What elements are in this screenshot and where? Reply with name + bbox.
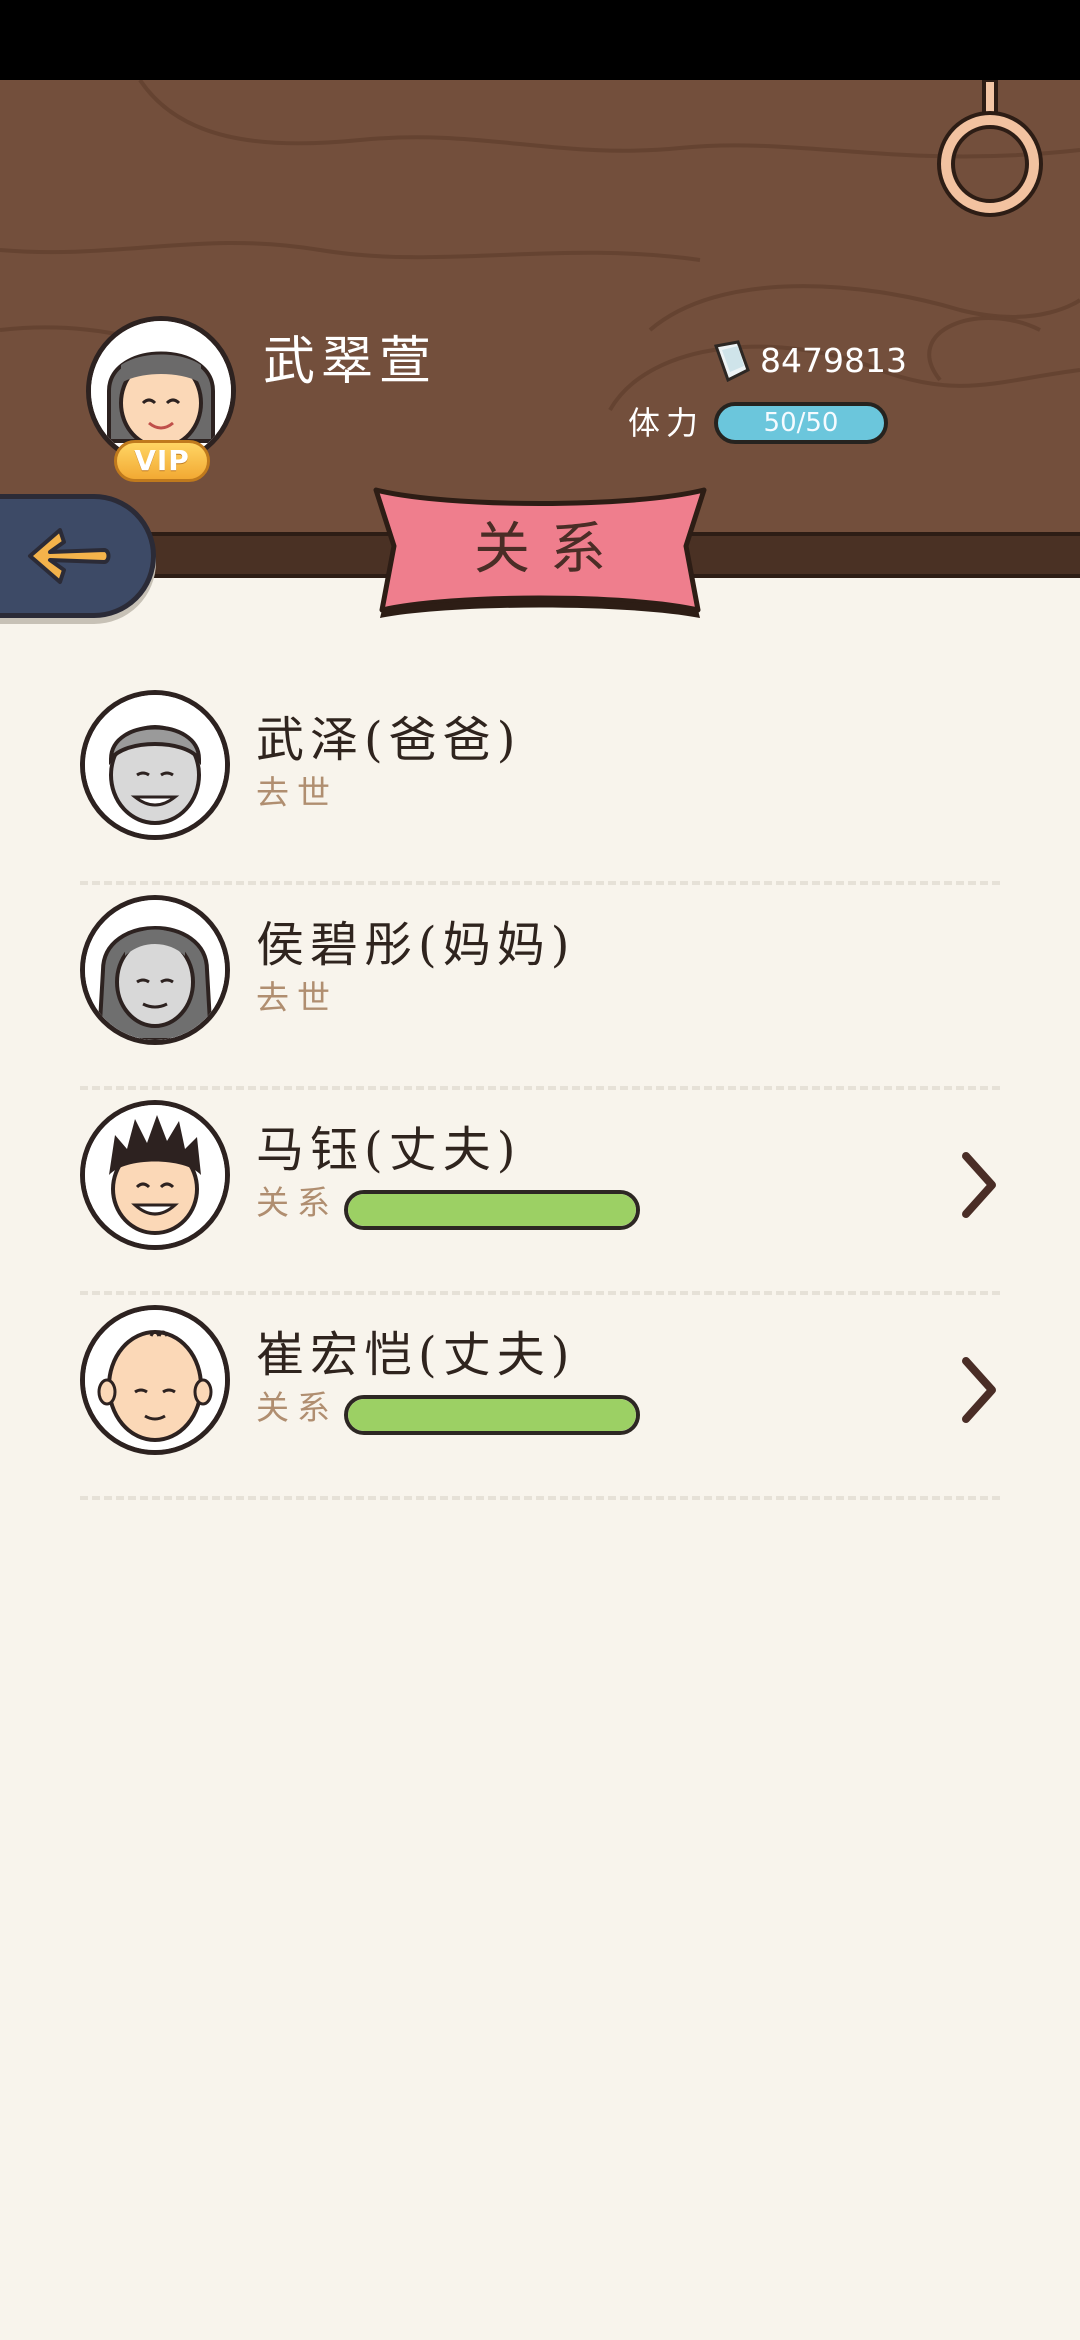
chevron-right-icon[interactable]: [956, 1150, 1000, 1220]
back-arrow-icon: [28, 528, 111, 584]
vip-badge: VIP: [114, 440, 210, 482]
relation-name: 马钰(丈夫): [256, 1122, 522, 1178]
relation-bar: [344, 1190, 640, 1230]
hanging-ring-icon[interactable]: [935, 80, 1045, 220]
back-button[interactable]: [0, 494, 156, 618]
relation-avatar: [80, 1100, 230, 1250]
relation-name: 崔宏恺(丈夫): [256, 1327, 576, 1383]
relation-bar: [344, 1395, 640, 1435]
relation-item[interactable]: 马钰(丈夫) 关系: [80, 1090, 1000, 1295]
relation-status: 去世: [256, 773, 338, 812]
mother-icon: [85, 900, 225, 1040]
relation-avatar: [80, 690, 230, 840]
relation-name: 武泽(爸爸): [256, 712, 522, 768]
money-value: 8479813: [760, 341, 907, 380]
relation-bar-fill: [348, 1399, 636, 1431]
relation-label: 关系: [256, 1388, 338, 1427]
relations-list: 武泽(爸爸) 去世 侯碧彤(妈妈) 去世 马钰(丈夫) 关系 崔宏恺(丈夫) 关…: [80, 680, 1000, 1500]
father-icon: [85, 695, 225, 835]
relation-label: 关系: [256, 1183, 338, 1222]
relation-avatar: [80, 895, 230, 1045]
banknote-icon: [713, 340, 750, 382]
husband-icon: [85, 1105, 225, 1245]
husband-bald-icon: [85, 1310, 225, 1450]
relation-item: 武泽(爸爸) 去世: [80, 680, 1000, 885]
relation-item[interactable]: 崔宏恺(丈夫) 关系: [80, 1295, 1000, 1500]
relation-name: 侯碧彤(妈妈): [256, 917, 576, 973]
status-bar: [0, 0, 1080, 80]
player-name: 武翠萱: [263, 332, 438, 392]
money-display: 8479813: [712, 340, 907, 382]
relation-status: 去世: [256, 978, 338, 1017]
page-title: 关系: [474, 517, 626, 582]
chevron-right-icon[interactable]: [956, 1355, 1000, 1425]
stamina-bar: 50/50: [714, 402, 888, 444]
relation-avatar: [80, 1305, 230, 1455]
relation-bar-fill: [348, 1194, 636, 1226]
relation-item: 侯碧彤(妈妈) 去世: [80, 885, 1000, 1090]
stamina-label: 体力: [628, 404, 705, 442]
